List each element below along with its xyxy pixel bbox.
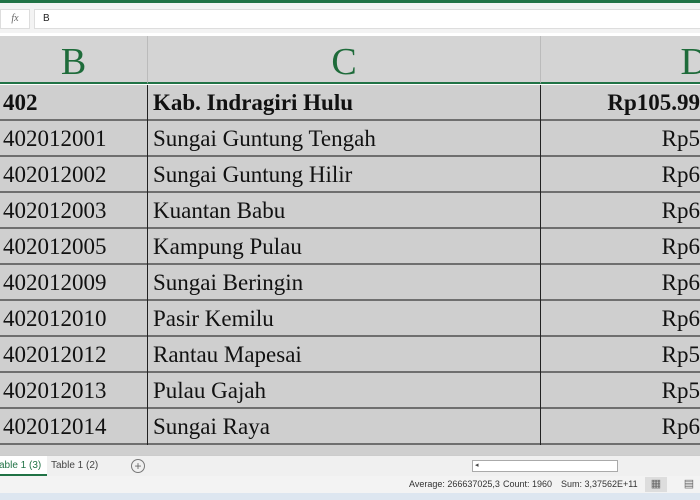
table-row: 402012012 Rantau Mapesai Rp5 — [0, 337, 700, 373]
status-sum: Sum: 3,37562E+11 — [561, 479, 638, 489]
table-row: 402 Kab. Indragiri Hulu Rp105.99 — [0, 85, 700, 121]
table-row: 402012001 Sungai Guntung Tengah Rp5 — [0, 121, 700, 157]
cell-c[interactable]: Pulau Gajah — [148, 373, 541, 409]
table-row: 402012003 Kuantan Babu Rp6 — [0, 193, 700, 229]
cell-d[interactable]: Rp6 — [541, 301, 700, 337]
page-layout-icon[interactable]: ▤ — [678, 477, 700, 492]
cell-b[interactable]: 402012009 — [0, 265, 148, 301]
cell-c[interactable]: Pasir Kemilu — [148, 301, 541, 337]
cell-c[interactable]: Kab. Indragiri Hulu — [148, 85, 541, 121]
cell-d[interactable]: Rp6 — [541, 265, 700, 301]
cell-b[interactable]: 402012001 — [0, 121, 148, 157]
sheet-tab-2[interactable]: Table 1 (2) — [45, 456, 104, 476]
cell-c[interactable]: Kuantan Babu — [148, 193, 541, 229]
cell-d[interactable]: Rp6 — [541, 193, 700, 229]
cell-b[interactable]: 402 — [0, 85, 148, 121]
table-row: 402012013 Pulau Gajah Rp5 — [0, 373, 700, 409]
column-header-d[interactable]: D — [541, 36, 700, 84]
normal-view-icon[interactable]: ▦ — [645, 477, 667, 492]
column-header-b[interactable]: B — [0, 36, 148, 84]
horizontal-scrollbar[interactable]: ◂ — [472, 460, 618, 472]
cell-d[interactable]: Rp5 — [541, 121, 700, 157]
cell-c[interactable]: Sungai Raya — [148, 409, 541, 445]
table-row: 402012010 Pasir Kemilu Rp6 — [0, 301, 700, 337]
table-row: 402012014 Sungai Raya Rp6 — [0, 409, 700, 445]
column-header-d-label: D — [681, 41, 700, 82]
cell-c[interactable]: Kampung Pulau — [148, 229, 541, 265]
cell-b[interactable]: 402012010 — [0, 301, 148, 337]
sheet-tabs: Table 1 (3) Table 1 (2) + ◂ — [0, 455, 700, 476]
formula-input[interactable]: B — [34, 9, 700, 29]
sheet-tab-1[interactable]: Table 1 (3) — [0, 456, 48, 476]
cell-c[interactable]: Sungai Guntung Tengah — [148, 121, 541, 157]
cell-d[interactable]: Rp5 — [541, 373, 700, 409]
scroll-left-icon[interactable]: ◂ — [475, 462, 479, 469]
fx-icon[interactable]: fx — [0, 9, 30, 29]
add-sheet-button[interactable]: + — [131, 459, 145, 473]
formula-bar: fx B — [0, 3, 700, 33]
cell-d[interactable]: Rp6 — [541, 157, 700, 193]
taskbar — [0, 493, 700, 500]
cell-b[interactable]: 402012002 — [0, 157, 148, 193]
table-row: 402012002 Sungai Guntung Hilir Rp6 — [0, 157, 700, 193]
cell-d[interactable]: Rp6 — [541, 409, 700, 445]
cell-c[interactable]: Rantau Mapesai — [148, 337, 541, 373]
cell-b[interactable]: 402012003 — [0, 193, 148, 229]
cell-c[interactable]: Sungai Beringin — [148, 265, 541, 301]
status-count: Count: 1960 — [503, 479, 553, 489]
column-header-c[interactable]: C — [148, 36, 541, 84]
table-row: 402012005 Kampung Pulau Rp6 — [0, 229, 700, 265]
cell-d[interactable]: Rp6 — [541, 229, 700, 265]
cell-b[interactable]: 402012013 — [0, 373, 148, 409]
cell-d[interactable]: Rp105.99 — [541, 85, 700, 121]
cell-b[interactable]: 402012005 — [0, 229, 148, 265]
table-row: 402012009 Sungai Beringin Rp6 — [0, 265, 700, 301]
cell-d[interactable]: Rp5 — [541, 337, 700, 373]
cell-b[interactable]: 402012014 — [0, 409, 148, 445]
cell-c[interactable]: Sungai Guntung Hilir — [148, 157, 541, 193]
cell-grid[interactable]: 402 Kab. Indragiri Hulu Rp105.99 402012001 S… — [0, 85, 700, 455]
cell-b[interactable]: 402012012 — [0, 337, 148, 373]
status-bar: Average: 266637025,3 Count: 1960 Sum: 3,… — [0, 476, 700, 493]
status-average: Average: 266637025,3 — [409, 479, 500, 489]
